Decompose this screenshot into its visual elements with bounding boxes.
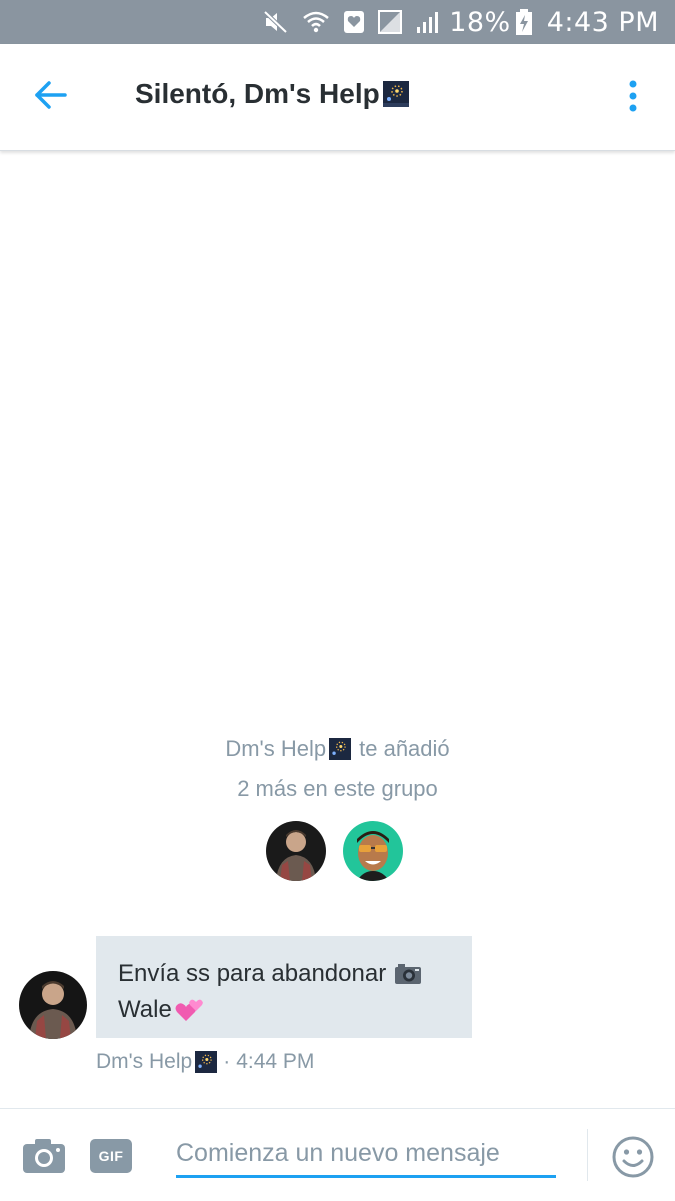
message-composer: GIF — [0, 1108, 675, 1201]
group-added-count: 2 más en este grupo — [237, 776, 438, 801]
more-options-button[interactable] — [618, 78, 648, 118]
avatar[interactable] — [266, 821, 326, 881]
added-members-avatars — [266, 821, 420, 881]
emoji-button[interactable] — [611, 1135, 655, 1179]
fireworks-emoji-icon — [382, 81, 409, 107]
fireworks-emoji-icon — [329, 738, 352, 760]
fireworks-emoji-icon — [195, 1051, 218, 1073]
wifi-icon — [301, 0, 331, 44]
message-text: Envía ss para abandonar — [118, 960, 387, 987]
signal-icon — [415, 0, 441, 44]
message-line: Wale — [118, 992, 450, 1028]
arrow-left-icon — [33, 80, 67, 115]
two-hearts-emoji-icon — [174, 997, 204, 1023]
message-line: Envía ss para abandonar — [118, 956, 450, 992]
message-bubble[interactable]: Envía ss para abandonar Wale — [96, 936, 472, 1038]
gif-button[interactable]: GIF — [90, 1139, 132, 1173]
message-time: 4:44 PM — [236, 1050, 315, 1073]
conversation-header: Silentó, Dm's Help — [0, 44, 675, 151]
sender-name: Dm's Help — [96, 1050, 193, 1073]
more-vertical-icon — [627, 79, 639, 118]
avatar[interactable] — [343, 821, 403, 881]
status-time: 4:43 PM — [546, 6, 659, 38]
group-added-notice: Dm's Help te añadió — [0, 736, 675, 762]
battery-percent: 18% — [449, 6, 511, 38]
back-button[interactable] — [30, 77, 70, 117]
conversation-title-text: Silentó, Dm's Help — [135, 78, 380, 109]
message-text: Wale — [118, 996, 172, 1023]
added-by-name: Dm's Help — [225, 736, 327, 761]
heart-notification-icon — [343, 0, 365, 44]
mute-icon — [263, 0, 289, 44]
no-sim-icon — [377, 0, 403, 44]
status-bar: 18% 4:43 PM — [0, 0, 675, 44]
battery-charging-icon — [515, 0, 533, 44]
camera-emoji-icon — [394, 963, 422, 985]
message-meta: Dm's Help · 4:44 PM — [96, 1050, 314, 1074]
conversation-title[interactable]: Silentó, Dm's Help — [135, 78, 409, 110]
smiley-icon — [611, 1136, 655, 1183]
camera-icon — [22, 1139, 66, 1179]
camera-button[interactable] — [22, 1137, 66, 1175]
message-input[interactable] — [176, 1131, 556, 1178]
sender-avatar[interactable] — [19, 971, 87, 1039]
meta-separator: · — [223, 1050, 231, 1073]
composer-divider — [587, 1129, 588, 1181]
added-action: te añadió — [359, 736, 450, 761]
